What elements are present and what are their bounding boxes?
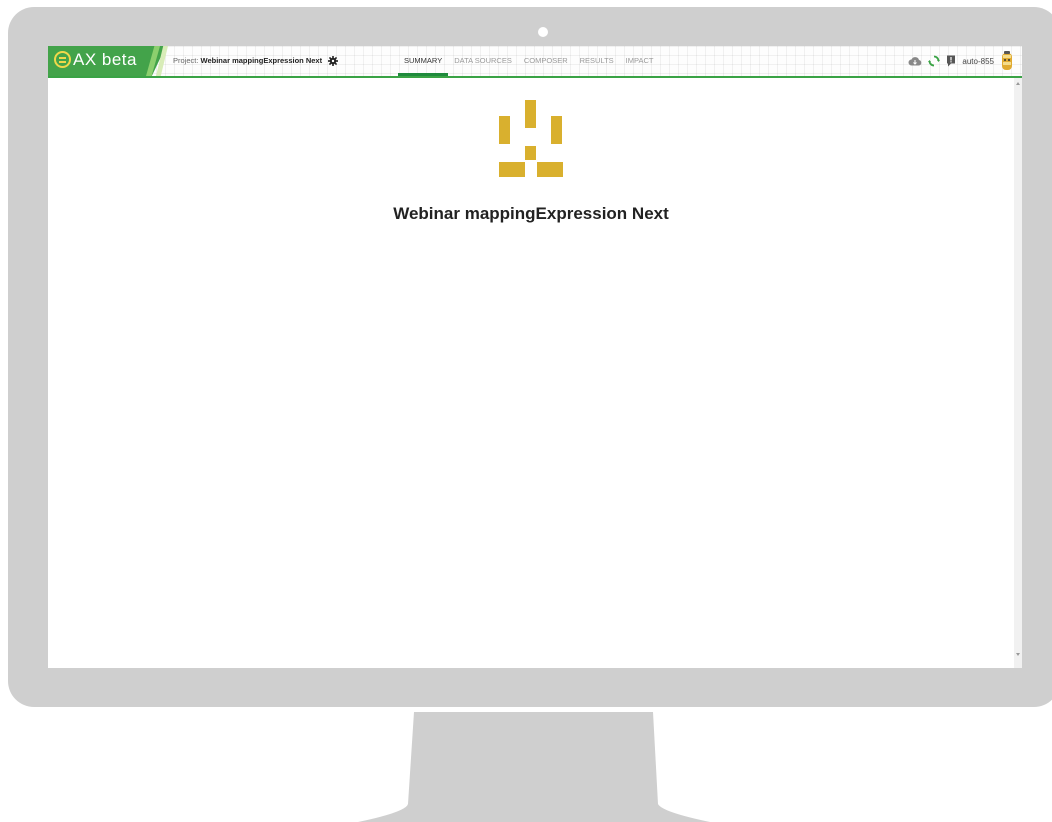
project-name: Webinar mappingExpression Next [200,56,323,65]
tab-impact[interactable]: IMPACT [620,46,660,76]
tab-composer[interactable]: COMPOSER [518,46,574,76]
chat-bubble-icon [54,51,71,68]
user-name[interactable]: auto-855 [962,57,994,66]
tab-results[interactable]: RESULTS [574,46,620,76]
avatar[interactable] [1000,51,1014,71]
camera-dot [538,27,548,37]
header-actions: auto-855 [908,46,1014,76]
monitor-stand [358,712,710,822]
logo-text: AX beta [73,50,137,69]
tab-summary[interactable]: SUMMARY [398,46,449,76]
project-label: Project: [173,56,199,65]
tab-data-sources[interactable]: DATA SOURCES [448,46,518,76]
app-screen: AX beta Project: Webinar mappingExpressi… [48,46,1022,668]
project-info: Project: Webinar mappingExpression Next [173,56,339,67]
scroll-up-arrow[interactable] [1016,82,1020,85]
scroll-down-arrow[interactable] [1016,653,1020,656]
refresh-icon[interactable] [928,55,941,67]
cloud-icon[interactable] [908,56,922,66]
gear-icon[interactable] [328,56,339,67]
main-nav: SUMMARY DATA SOURCES COMPOSER RESULTS IM… [398,46,659,76]
project-logo-icon [499,100,563,177]
app-logo[interactable]: AX beta [48,46,168,76]
top-bar: AX beta Project: Webinar mappingExpressi… [48,46,1022,78]
feedback-icon[interactable] [946,55,956,67]
scrollbar[interactable] [1014,78,1022,668]
page-title: Webinar mappingExpression Next [393,204,669,223]
